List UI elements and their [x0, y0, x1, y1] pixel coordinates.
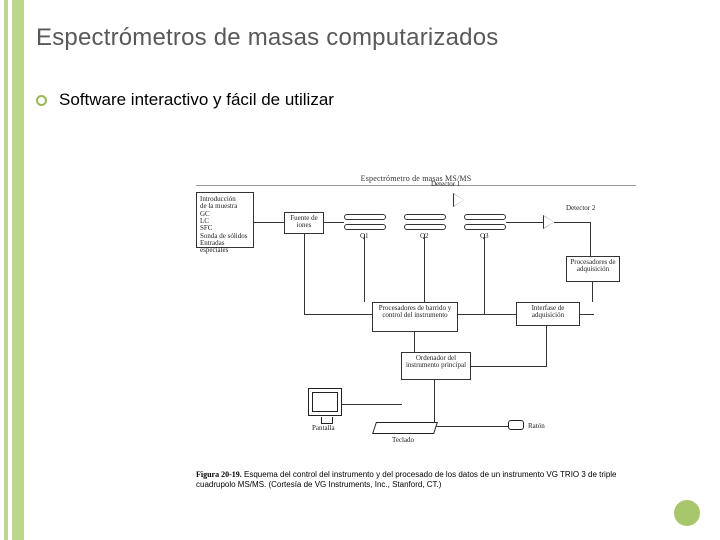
label-detector2: Detector 2	[566, 204, 608, 212]
connector	[324, 222, 344, 223]
connector	[254, 222, 284, 223]
connector	[546, 326, 547, 366]
connector	[434, 380, 435, 422]
amplifier-icon	[544, 216, 554, 228]
connector	[364, 234, 365, 302]
caption-lead: Figura 20-19.	[196, 470, 242, 479]
connector	[342, 404, 402, 405]
bullet-marker-icon	[36, 95, 47, 106]
connector	[434, 426, 508, 427]
mouse-icon	[508, 420, 524, 430]
quadrupole	[464, 224, 506, 230]
accent-bar-thin	[4, 0, 8, 540]
quadrupole	[404, 224, 446, 230]
connector	[484, 234, 485, 314]
label-mouse: Ratón	[528, 422, 545, 430]
connector	[414, 332, 415, 352]
box-acquisition-proc: Procesadores de adquisición	[566, 256, 620, 282]
intro-line: Entradas especiales	[200, 240, 250, 255]
slide-title: Espectrómetros de masas computarizados	[36, 24, 708, 52]
box-acq-interface: Interfase de adquisición	[516, 302, 580, 326]
slide-content: Espectrómetros de masas computarizados S…	[36, 24, 708, 524]
connector	[590, 222, 591, 256]
box-sample-intro: Introducción de la muestra GC LC SFC Son…	[196, 192, 254, 248]
connector	[506, 222, 544, 223]
connector	[554, 222, 590, 223]
connector	[304, 314, 372, 315]
diagram: Espectrómetro de masas MS/MS Introducció…	[196, 174, 636, 464]
corner-dot-icon	[674, 500, 700, 526]
connector	[424, 234, 425, 302]
label-screen: Pantalla	[312, 424, 335, 432]
box-ion-source: Fuente de iones	[284, 212, 324, 234]
label-detector1: Detector 1	[431, 180, 471, 188]
caption-body: Esquema del control del instrumento y de…	[196, 470, 617, 489]
bullet-item: Software interactivo y fácil de utilizar	[36, 90, 708, 110]
quadrupole	[344, 224, 386, 230]
bullet-list: Software interactivo y fácil de utilizar	[36, 90, 708, 110]
keyboard-icon	[372, 422, 438, 434]
figure-caption: Figura 20-19. Esquema del control del in…	[196, 470, 636, 490]
connector	[592, 282, 593, 302]
box-main-computer: Ordenador del instrumento principal	[401, 352, 471, 380]
quadrupole	[344, 214, 386, 220]
connector	[471, 366, 547, 367]
diagram-header: Espectrómetro de masas MS/MS	[196, 174, 636, 186]
bullet-text: Software interactivo y fácil de utilizar	[59, 90, 334, 110]
monitor-icon	[308, 388, 342, 416]
quadrupole	[464, 214, 506, 220]
connector	[304, 234, 305, 314]
amplifier-icon	[454, 194, 464, 206]
label-keyboard: Teclado	[392, 436, 414, 444]
quadrupole	[404, 214, 446, 220]
connector	[458, 314, 516, 315]
accent-bar-thick	[12, 0, 24, 540]
figure-container: Espectrómetro de masas MS/MS Introducció…	[196, 174, 636, 490]
connector	[580, 314, 594, 315]
box-scan-control: Procesadores de barrido y control del in…	[372, 302, 458, 332]
